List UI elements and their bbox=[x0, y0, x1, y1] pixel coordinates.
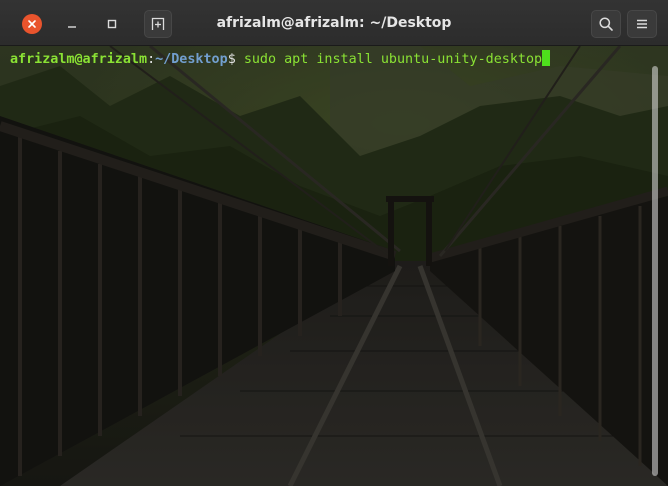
maximize-icon bbox=[107, 19, 117, 29]
text-cursor bbox=[542, 50, 551, 66]
close-icon bbox=[28, 20, 36, 28]
new-tab-button[interactable] bbox=[144, 10, 172, 38]
hamburger-menu-icon bbox=[637, 19, 647, 29]
search-button[interactable] bbox=[591, 10, 621, 38]
typed-command: sudo apt install ubuntu-unity-desktop bbox=[243, 52, 543, 67]
terminal-prompt-line: afrizalm@afrizalm:~/Desktop$ sudo apt in… bbox=[10, 50, 551, 69]
minimize-icon bbox=[68, 26, 76, 28]
terminal-window: afrizalm@afrizalm: ~/Desktop afrizalm@af… bbox=[0, 0, 668, 486]
menu-button[interactable] bbox=[627, 10, 657, 38]
close-button[interactable] bbox=[22, 14, 42, 34]
prompt-user-host: afrizalm@afrizalm bbox=[10, 52, 148, 67]
prompt-colon: : bbox=[147, 52, 156, 67]
new-tab-icon bbox=[151, 17, 165, 30]
minimize-button[interactable] bbox=[60, 12, 84, 36]
maximize-button[interactable] bbox=[100, 12, 124, 36]
title-bar[interactable]: afrizalm@afrizalm: ~/Desktop bbox=[0, 0, 668, 46]
search-icon bbox=[599, 17, 613, 31]
prompt-symbol: $ bbox=[227, 52, 244, 67]
terminal-area[interactable]: afrizalm@afrizalm:~/Desktop$ sudo apt in… bbox=[0, 46, 668, 486]
scrollbar[interactable] bbox=[652, 66, 658, 476]
bridge-background-image bbox=[0, 46, 668, 486]
prompt-path: ~/Desktop bbox=[155, 52, 228, 67]
